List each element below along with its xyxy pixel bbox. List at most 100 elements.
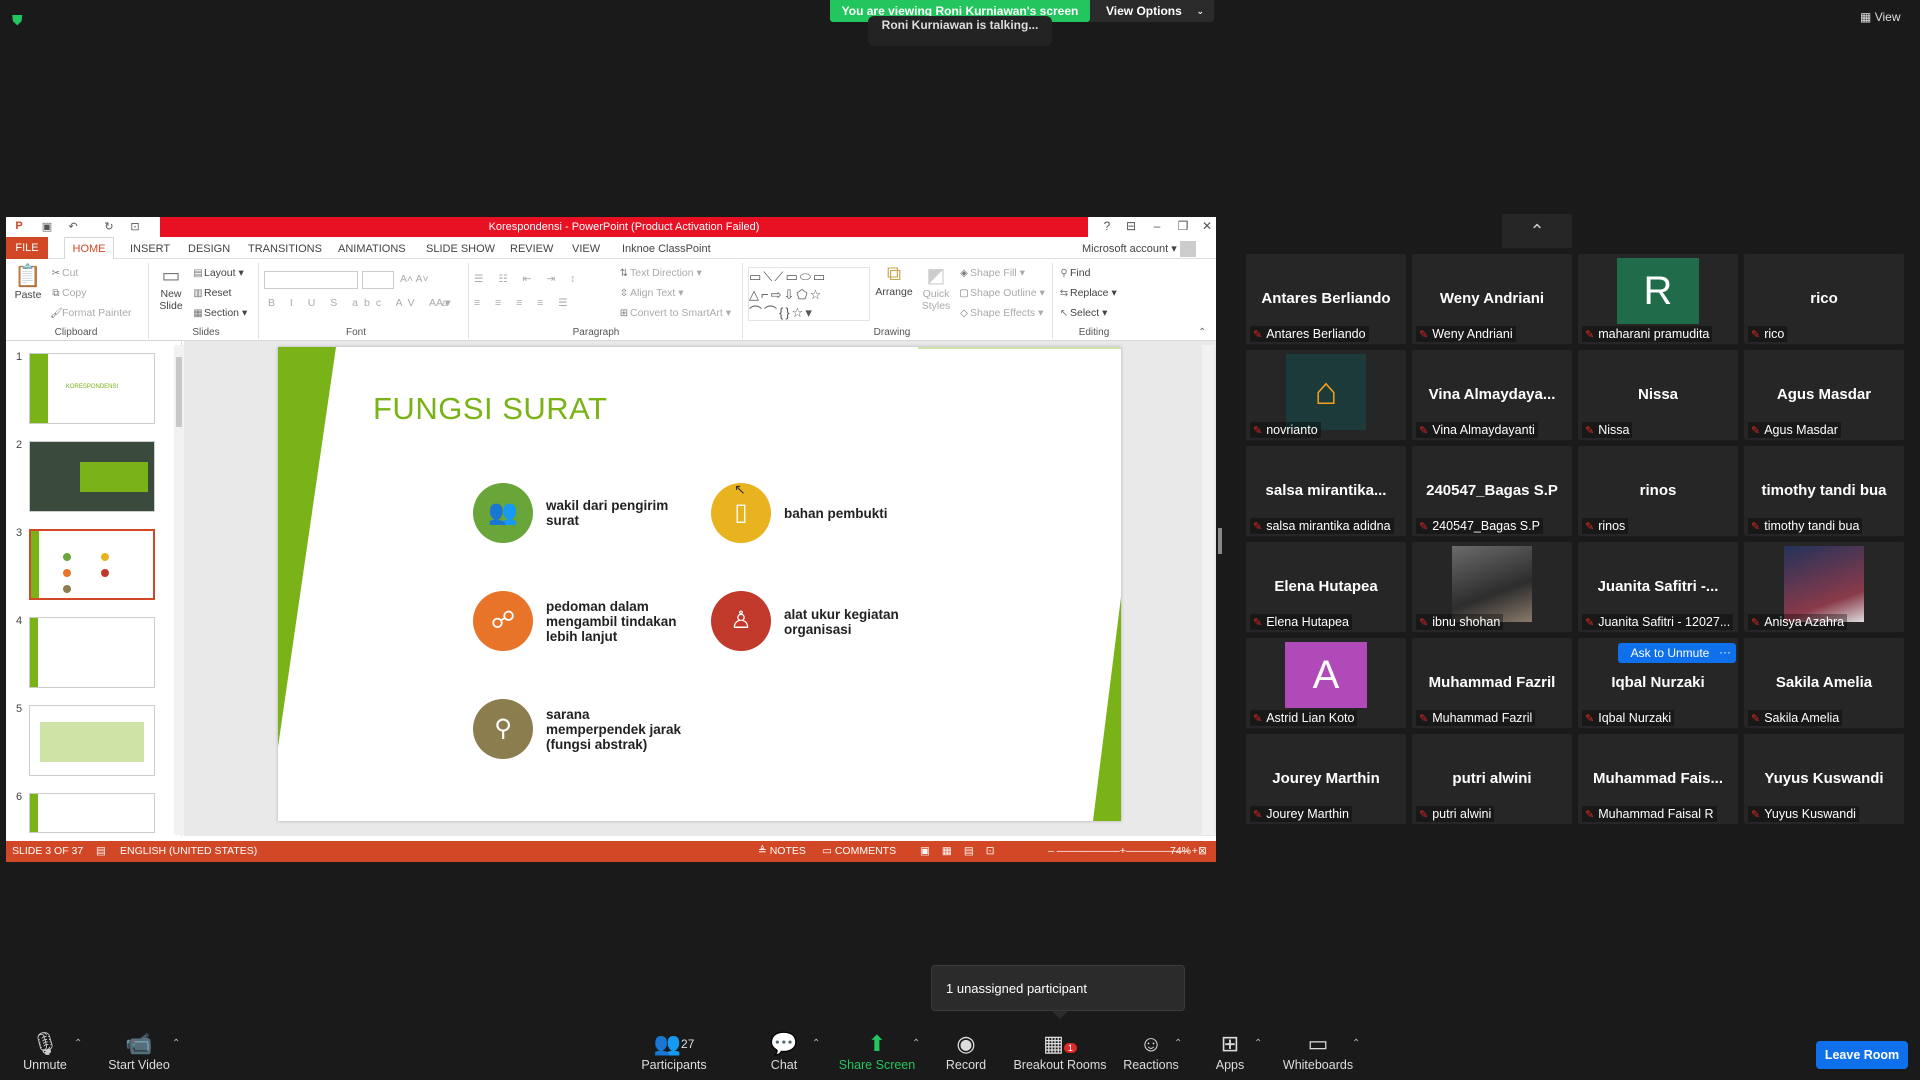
spellcheck-icon[interactable]: ▤ bbox=[96, 841, 106, 862]
paste-button[interactable]: 📋 Paste bbox=[12, 263, 44, 301]
arrange-button[interactable]: ⧉ Arrange bbox=[874, 263, 914, 298]
help-icon[interactable]: ? bbox=[1096, 219, 1118, 235]
participant-tile[interactable]: Weny Andriani ✎ Weny Andriani bbox=[1412, 254, 1572, 344]
font-color-icon[interactable]: A ▾ bbox=[436, 297, 451, 309]
language[interactable]: ENGLISH (UNITED STATES) bbox=[120, 841, 257, 862]
shield-icon[interactable]: ⛊ bbox=[12, 12, 28, 28]
tab-slide-show[interactable]: SLIDE SHOW bbox=[426, 240, 495, 258]
editor-scrollbar[interactable] bbox=[1202, 345, 1214, 835]
comments-button[interactable]: ▭ COMMENTS bbox=[822, 841, 896, 862]
chat-button[interactable]: 💬 Chat bbox=[764, 1030, 804, 1072]
record-button[interactable]: ◉ Record bbox=[940, 1030, 992, 1072]
participant-tile[interactable]: timothy tandi bua ✎ timothy tandi bua bbox=[1744, 446, 1904, 536]
participant-tile[interactable]: putri alwini ✎ putri alwini bbox=[1412, 734, 1572, 824]
tab-review[interactable]: REVIEW bbox=[510, 240, 553, 258]
apps-button[interactable]: ⊞ Apps bbox=[1210, 1030, 1250, 1072]
participant-tile[interactable]: ✎ ibnu shohan bbox=[1412, 542, 1572, 632]
participant-tile[interactable]: salsa mirantika... ✎ salsa mirantika adidn… bbox=[1246, 446, 1406, 536]
font-name-input[interactable] bbox=[264, 271, 358, 289]
tab-home[interactable]: HOME bbox=[64, 237, 114, 259]
replace-button[interactable]: ⇆ Replace ▾ bbox=[1058, 287, 1117, 299]
minimize-icon[interactable]: – bbox=[1146, 219, 1168, 235]
microsoft-account[interactable]: Microsoft account ▾ bbox=[1082, 241, 1196, 257]
participant-tile[interactable]: Juanita Safitri -... ✎ Juanita Safitri - 1… bbox=[1578, 542, 1738, 632]
participant-tile[interactable]: Elena Hutapea ✎ Elena Hutapea bbox=[1246, 542, 1406, 632]
font-format-icons[interactable]: B I U S abc AV Aa bbox=[268, 297, 454, 309]
more-options-button[interactable]: ··· bbox=[1714, 643, 1736, 663]
participant-tile[interactable]: A ✎ Astrid Lian Koto bbox=[1246, 638, 1406, 728]
chevron-up-icon[interactable]: ⌃ bbox=[1174, 1038, 1182, 1049]
tab-classpoint[interactable]: Inknoe ClassPoint bbox=[622, 240, 711, 258]
participant-tile[interactable]: Nissa ✎ Nissa bbox=[1578, 350, 1738, 440]
participant-tile[interactable]: Muhammad Fazril ✎ Muhammad Fazril bbox=[1412, 638, 1572, 728]
notes-button[interactable]: ≜ NOTES bbox=[758, 841, 806, 862]
participant-tile[interactable]: rinos ✎ rinos bbox=[1578, 446, 1738, 536]
section-button[interactable]: ▦Section ▾ bbox=[192, 307, 247, 319]
reactions-button[interactable]: ☺ Reactions bbox=[1120, 1030, 1182, 1072]
fit-slide-icon[interactable]: ⊠ bbox=[1198, 841, 1207, 862]
close-icon[interactable]: ✕ bbox=[1196, 219, 1216, 235]
chevron-up-icon[interactable]: ⌃ bbox=[172, 1038, 180, 1049]
participant-tile[interactable]: Sakila Amelia ✎ Sakila Amelia bbox=[1744, 638, 1904, 728]
slide-thumbnail-2[interactable] bbox=[29, 441, 155, 512]
split-handle[interactable] bbox=[1218, 528, 1222, 554]
ask-to-unmute-button[interactable]: Ask to Unmute bbox=[1618, 643, 1722, 663]
font-grow-icon[interactable]: A˄ A˅ bbox=[400, 273, 429, 285]
participant-tile[interactable]: Muhammad Fais... ✎ Muhammad Faisal R bbox=[1578, 734, 1738, 824]
ribbon-display-icon[interactable]: ⊟ bbox=[1120, 219, 1142, 235]
tab-transitions[interactable]: TRANSITIONS bbox=[248, 240, 322, 258]
view-options-button[interactable]: View Options ⌄ bbox=[1090, 0, 1214, 22]
font-size-input[interactable] bbox=[362, 271, 394, 289]
reset-button[interactable]: ▥Reset bbox=[192, 287, 231, 299]
chevron-up-icon[interactable]: ⌃ bbox=[1254, 1038, 1262, 1049]
participant-tile[interactable]: Antares Berliando ✎ Antares Berliando bbox=[1246, 254, 1406, 344]
shapes-gallery[interactable]: ▭⟍⟋▭⬭▭ △⌐⇨⇩⬠☆ ⌒⌒{}☆▾ bbox=[748, 267, 870, 321]
participant-tile[interactable]: Vina Almaydaya... ✎ Vina Almaydayanti bbox=[1412, 350, 1572, 440]
align-icons[interactable]: ≡ ≡ ≡ ≡ ☰ bbox=[474, 297, 574, 309]
format-painter-button[interactable]: 🖌Format Painter bbox=[50, 307, 131, 319]
list-icons[interactable]: ☰ ☷ ⇤ ⇥ ↕ bbox=[474, 273, 581, 285]
tab-insert[interactable]: INSERT bbox=[130, 240, 170, 258]
convert-smartart-button[interactable]: ⊞ Convert to SmartArt ▾ bbox=[618, 307, 731, 319]
quick-styles-button[interactable]: ◩ Quick Styles bbox=[916, 263, 956, 312]
slide-thumbnail-4[interactable] bbox=[29, 617, 155, 688]
redo-icon[interactable]: ↻ bbox=[102, 220, 116, 234]
slide-thumbnail-5[interactable] bbox=[29, 705, 155, 776]
view-button[interactable]: ▦ View bbox=[1860, 10, 1910, 30]
cut-button[interactable]: ✂ Cut bbox=[50, 267, 79, 279]
whiteboards-button[interactable]: ▭ Whiteboards bbox=[1282, 1030, 1354, 1072]
slide-thumbnails-pane[interactable]: 1 KORESPONDENSI 2 3 4 5 6 bbox=[6, 341, 182, 836]
text-direction-button[interactable]: ⇅ Text Direction ▾ bbox=[618, 267, 702, 279]
scrollbar-thumb[interactable] bbox=[176, 357, 182, 427]
gallery-scroll-up-button[interactable]: ⌃ bbox=[1502, 214, 1572, 248]
participant-tile[interactable]: ⌂ ✎ novrianto bbox=[1246, 350, 1406, 440]
participant-tile[interactable]: Agus Masdar ✎ Agus Masdar bbox=[1744, 350, 1904, 440]
save-icon[interactable]: ▣ bbox=[40, 220, 54, 234]
participant-tile[interactable]: Jourey Marthin ✎ Jourey Marthin bbox=[1246, 734, 1406, 824]
slide-thumbnail-3[interactable] bbox=[29, 529, 155, 600]
view-mode-icons[interactable]: ▣▦▤⊡ bbox=[920, 841, 1007, 862]
start-video-button[interactable]: 📹 Start Video bbox=[104, 1030, 174, 1072]
find-button[interactable]: ⚲ Find bbox=[1058, 267, 1090, 279]
maximize-icon[interactable]: ❐ bbox=[1172, 219, 1194, 235]
collapse-ribbon-icon[interactable]: ⌃ bbox=[1198, 327, 1206, 338]
participant-tile[interactable]: 240547_Bagas S.P ✎ 240547_Bagas S.P bbox=[1412, 446, 1572, 536]
slide-thumbnail-6[interactable] bbox=[29, 793, 155, 833]
tab-view[interactable]: VIEW bbox=[572, 240, 600, 258]
current-slide[interactable]: FUNGSI SURAT 👥 wakil dari pengirim surat… bbox=[278, 347, 1121, 821]
participant-tile[interactable]: rico ✎ rico bbox=[1744, 254, 1904, 344]
chevron-up-icon[interactable]: ⌃ bbox=[812, 1038, 820, 1049]
participant-tile[interactable]: Yuyus Kuswandi ✎ Yuyus Kuswandi bbox=[1744, 734, 1904, 824]
tab-animations[interactable]: ANIMATIONS bbox=[338, 240, 406, 258]
chevron-up-icon[interactable]: ⌃ bbox=[912, 1038, 920, 1049]
present-icon[interactable]: ⊡ bbox=[128, 220, 142, 234]
participants-button[interactable]: 👥27 Participants bbox=[636, 1030, 712, 1072]
breakout-rooms-button[interactable]: ▦ 1 Breakout Rooms bbox=[1012, 1030, 1108, 1072]
tab-design[interactable]: DESIGN bbox=[188, 240, 230, 258]
copy-button[interactable]: ⧉ Copy bbox=[50, 287, 86, 299]
tab-file[interactable]: FILE bbox=[6, 237, 48, 259]
chevron-up-icon[interactable]: ⌃ bbox=[1352, 1038, 1360, 1049]
undo-icon[interactable]: ↶ bbox=[66, 220, 80, 234]
new-slide-button[interactable]: ▭ New Slide bbox=[154, 263, 188, 312]
shape-effects-button[interactable]: ◇ Shape Effects ▾ bbox=[958, 307, 1043, 319]
